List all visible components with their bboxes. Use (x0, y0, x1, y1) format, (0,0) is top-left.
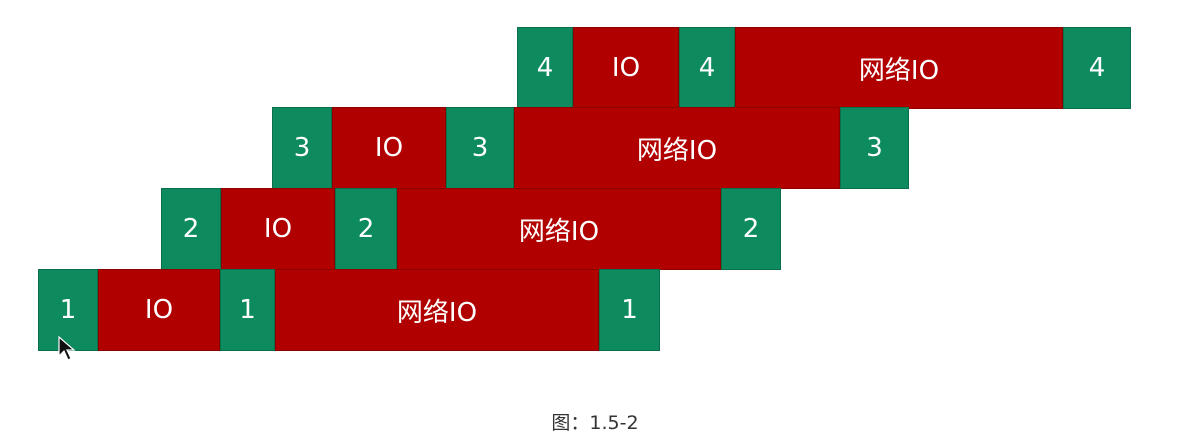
io-segment: IO (332, 107, 446, 189)
cpu-segment: 2 (721, 188, 781, 270)
cpu-segment: 3 (840, 107, 909, 189)
cpu-segment: 4 (679, 27, 735, 109)
task-row-2: 2 IO 2 网络IO 2 (161, 188, 781, 270)
network-io-segment: 网络IO (735, 27, 1063, 109)
cpu-segment: 4 (517, 27, 573, 109)
figure-caption: 图：1.5-2 (551, 412, 639, 434)
cpu-segment: 4 (1063, 27, 1131, 109)
network-io-segment: 网络IO (275, 269, 599, 351)
cpu-segment: 1 (599, 269, 660, 351)
mouse-cursor-icon (58, 336, 76, 361)
cpu-segment: 3 (446, 107, 514, 189)
cpu-segment: 2 (161, 188, 221, 270)
cpu-segment: 2 (335, 188, 397, 270)
network-io-segment: 网络IO (397, 188, 721, 270)
io-segment: IO (573, 27, 679, 109)
network-io-segment: 网络IO (514, 107, 840, 189)
task-row-4: 4 IO 4 网络IO 4 (517, 27, 1131, 109)
io-segment: IO (221, 188, 335, 270)
task-row-3: 3 IO 3 网络IO 3 (272, 107, 909, 189)
task-row-1: 1 IO 1 网络IO 1 (38, 269, 660, 351)
cpu-segment: 1 (220, 269, 275, 351)
cpu-segment: 3 (272, 107, 332, 189)
io-segment: IO (98, 269, 220, 351)
